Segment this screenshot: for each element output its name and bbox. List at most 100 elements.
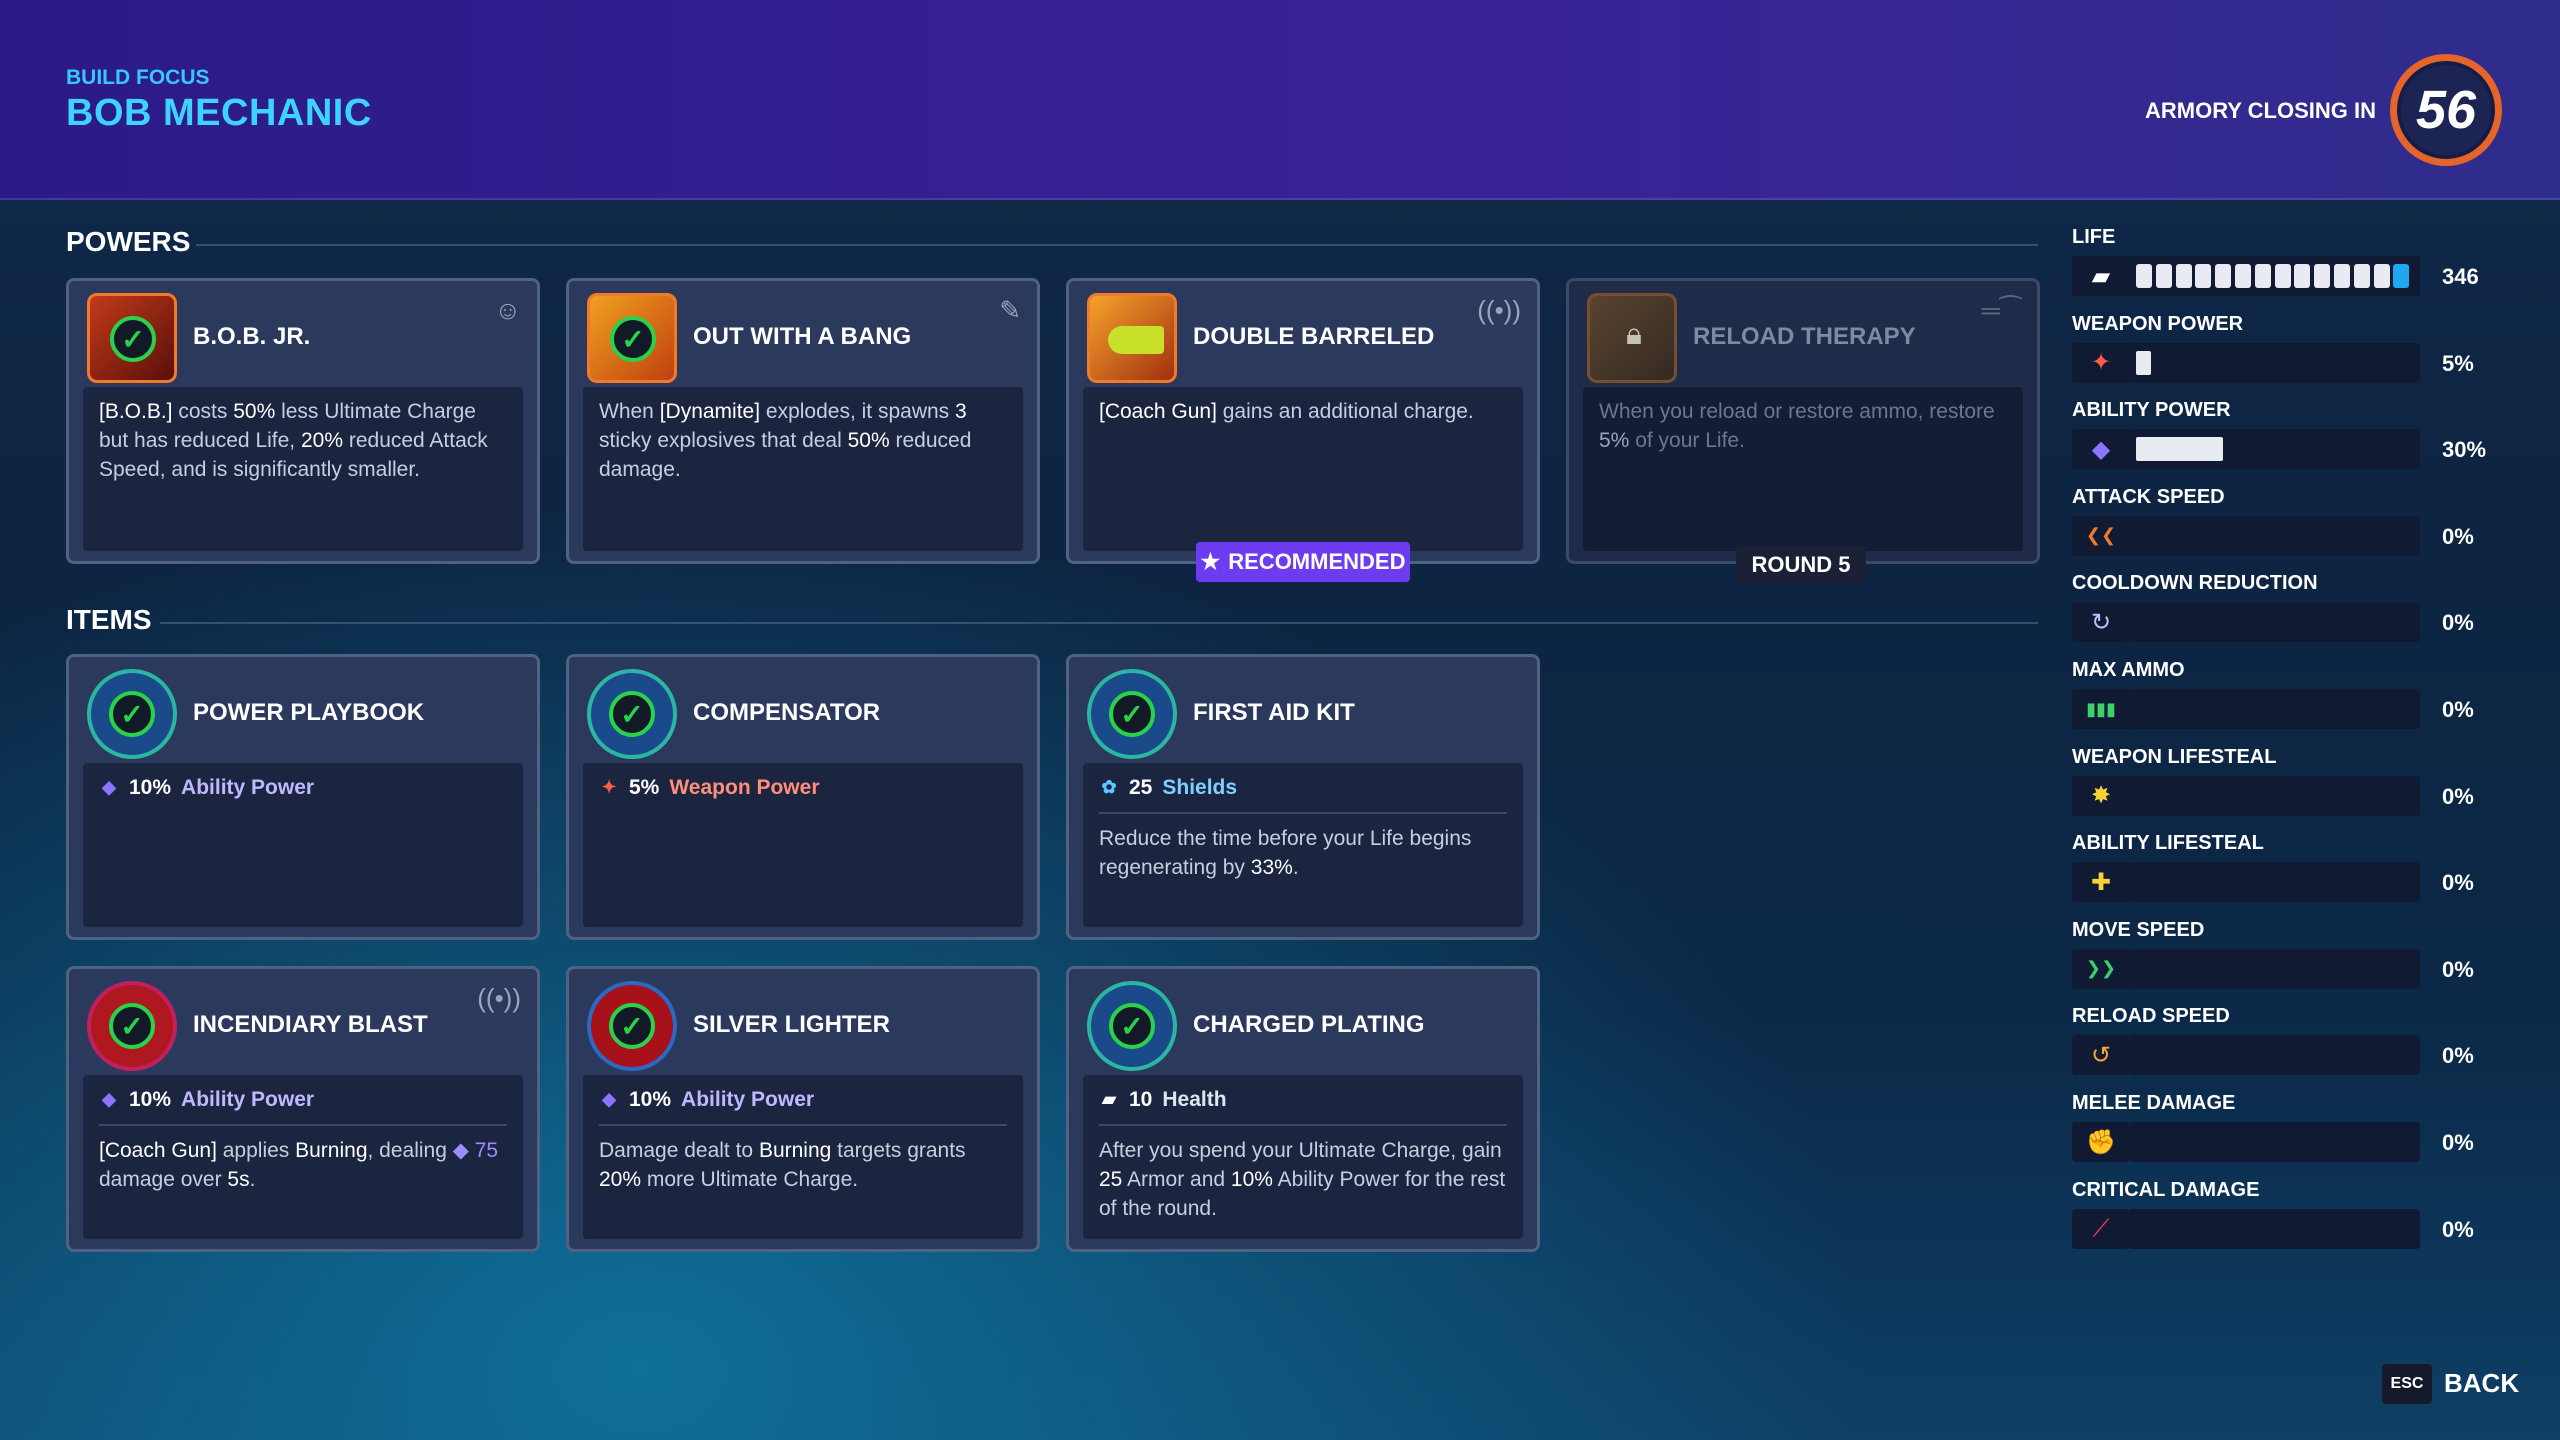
- compensator-item-icon: ✓: [587, 669, 677, 759]
- stat-bar: [2130, 429, 2420, 470]
- check-icon: ✓: [1109, 691, 1155, 737]
- stat-fill: [2136, 350, 2151, 375]
- item-stat-line: ✦ 5% Weapon Power: [599, 773, 1007, 812]
- item-stat-name: Weapon Power: [669, 776, 820, 799]
- life-segment: [2353, 264, 2370, 288]
- life-segment: [2294, 264, 2311, 288]
- check-icon: ✓: [610, 316, 656, 362]
- check-icon: ✓: [1109, 1003, 1155, 1049]
- check-icon: ✓: [109, 691, 155, 737]
- life-segment: [2136, 264, 2152, 288]
- life-segment: [2393, 264, 2410, 288]
- stat-label: RELOAD SPEED: [2072, 1005, 2230, 1028]
- power-card-description: [Coach Gun] gains an additional charge.: [1083, 387, 1523, 551]
- silver-lighter-item-icon: ✓: [587, 981, 677, 1071]
- rifle-icon: ═⁀: [1981, 295, 2021, 325]
- charged-plating-item-icon: ✓: [1087, 981, 1177, 1071]
- stat-label: MAX AMMO: [2072, 659, 2185, 681]
- stat-value: 0%: [2442, 1216, 2474, 1242]
- stat-bar: [2130, 515, 2420, 556]
- stat-row-move-speed: MOVE SPEED ❯❯ 0%: [2072, 919, 2522, 1005]
- item-card-compensator[interactable]: ✓ COMPENSATOR ✦ 5% Weapon Power: [566, 654, 1040, 940]
- item-card-body: ✦ 5% Weapon Power: [583, 763, 1023, 927]
- item-card-title: POWER PLAYBOOK: [193, 699, 425, 726]
- stat-label: MELEE DAMAGE: [2072, 1092, 2236, 1114]
- signal-icon: ((•)): [477, 983, 521, 1013]
- bob-jr-power-icon: ✓: [87, 293, 177, 383]
- health-icon: ▰: [2072, 256, 2130, 296]
- life-segment: [2314, 264, 2331, 288]
- stat-bar: [2130, 948, 2420, 989]
- item-card-separator: [99, 1124, 507, 1126]
- stat-row-ability-lifesteal: ABILITY LIFESTEAL ✚ 0%: [2072, 832, 2522, 918]
- stat-bar: [2130, 1035, 2420, 1076]
- stat-value: 0%: [2442, 697, 2474, 722]
- stat-value: 0%: [2442, 610, 2474, 636]
- life-segment: [2215, 264, 2232, 288]
- power-card-description: When you reload or restore ammo, restore…: [1583, 387, 2023, 551]
- power-card-reload-therapy[interactable]: 🔒︎ RELOAD THERAPY ═⁀ When you reload or …: [1566, 278, 2040, 564]
- item-stat-value: 10: [1129, 1088, 1153, 1111]
- stat-row-critical-damage: CRITICAL DAMAGE ⟋ 0%: [2072, 1179, 2522, 1265]
- stat-row-max-ammo: MAX AMMO ▮▮▮ 0%: [2072, 659, 2522, 745]
- armory-closing-label: ARMORY CLOSING IN: [2144, 98, 2376, 123]
- stat-row-attack-speed: ATTACK SPEED ❮❮ 0%: [2072, 486, 2522, 572]
- item-card-body: ▰ 10 Health After you spend your Ultimat…: [1083, 1075, 1523, 1239]
- power-card-bob-jr[interactable]: ✓ B.O.B. JR. ☺ [B.O.B.] costs 50% less U…: [66, 278, 540, 564]
- shotgun-shell-graphic: [1108, 326, 1164, 354]
- life-segment: [2155, 264, 2172, 288]
- check-icon: ✓: [609, 1003, 655, 1049]
- stat-label: COOLDOWN REDUCTION: [2072, 572, 2318, 595]
- stat-row-melee-damage: MELEE DAMAGE ✊ 0%: [2072, 1092, 2522, 1178]
- item-stat-line: ◆ 10% Ability Power: [99, 1085, 507, 1124]
- stat-value: 346: [2442, 264, 2479, 289]
- item-card-silver-lighter[interactable]: ✓ SILVER LIGHTER ◆ 10% Ability Power Dam…: [566, 966, 1040, 1252]
- items-section-title: ITEMS: [66, 604, 152, 635]
- move-speed-icon: ❯❯: [2072, 948, 2130, 989]
- signal-icon: ((•)): [1477, 295, 1521, 325]
- stat-row-ability-power: ABILITY POWER ◆ 30%: [2072, 399, 2522, 485]
- item-card-first-aid-kit[interactable]: ✓ FIRST AID KIT ✿ 25 Shields Reduce the …: [1066, 654, 1540, 940]
- item-card-incendiary-blast[interactable]: ✓ INCENDIARY BLAST ((•)) ◆ 10% Ability P…: [66, 966, 540, 1252]
- stat-row-cooldown-reduction: COOLDOWN REDUCTION ↻ 0%: [2072, 572, 2522, 658]
- item-stat-name: Shields: [1162, 776, 1238, 799]
- item-stat-value: 5%: [629, 776, 660, 799]
- power-card-out-with-a-bang[interactable]: ✓ OUT WITH A BANG ✎ When [Dynamite] expl…: [566, 278, 1040, 564]
- back-button[interactable]: BACK: [2444, 1368, 2519, 1399]
- recommended-badge: ★ RECOMMENDED: [1196, 542, 1410, 582]
- esc-key-hint[interactable]: ESC: [2382, 1364, 2432, 1404]
- item-card-body: ◆ 10% Ability Power [Coach Gun] applies …: [83, 1075, 523, 1239]
- stat-row-life: LIFE ▰ 346: [2072, 226, 2522, 312]
- critical-icon: ⟋: [2072, 1208, 2130, 1249]
- shields-icon: ✿: [1101, 777, 1117, 797]
- stat-label: ABILITY LIFESTEAL: [2072, 832, 2264, 855]
- item-card-separator: [1099, 812, 1507, 814]
- cooldown-icon: ↻: [2072, 602, 2130, 643]
- item-stat-value: 10%: [629, 1088, 672, 1111]
- item-stat-line: ▰ 10 Health: [1099, 1085, 1507, 1124]
- item-card-title: CHARGED PLATING: [1193, 1011, 1425, 1038]
- incendiary-blast-item-icon: ✓: [87, 981, 177, 1071]
- weapon-lifesteal-icon: ✸: [2072, 775, 2130, 816]
- stat-value: 0%: [2442, 956, 2474, 982]
- build-focus-label: BUILD FOCUS: [66, 66, 210, 89]
- item-card-power-playbook[interactable]: ✓ POWER PLAYBOOK ◆ 10% Ability Power: [66, 654, 540, 940]
- life-segment: [2235, 264, 2251, 288]
- reload-speed-icon: ↺: [2072, 1035, 2130, 1076]
- items-divider: [160, 622, 2038, 624]
- round-unlock-badge: ROUND 5: [1736, 546, 1866, 584]
- power-card-double-barreled[interactable]: DOUBLE BARRELED ((•)) [Coach Gun] gains …: [1066, 278, 1540, 564]
- item-stat-line: ◆ 10% Ability Power: [599, 1085, 1007, 1124]
- reload-therapy-power-icon: 🔒︎: [1587, 293, 1677, 383]
- stat-value: 0%: [2442, 870, 2474, 896]
- melee-icon: ✊: [2072, 1122, 2130, 1162]
- item-card-charged-plating[interactable]: ✓ CHARGED PLATING ▰ 10 Health After you …: [1066, 966, 1540, 1252]
- lock-icon: 🔒︎: [1626, 318, 1642, 351]
- ammo-icon: ▮▮▮: [2072, 689, 2130, 729]
- stat-bar: [2130, 1122, 2420, 1162]
- stat-value: 0%: [2442, 1130, 2474, 1155]
- attack-speed-icon: ❮❮: [2072, 515, 2130, 556]
- stat-bar: [2130, 602, 2420, 643]
- item-card-title: COMPENSATOR: [693, 699, 881, 726]
- item-card-title: FIRST AID KIT: [1193, 699, 1355, 726]
